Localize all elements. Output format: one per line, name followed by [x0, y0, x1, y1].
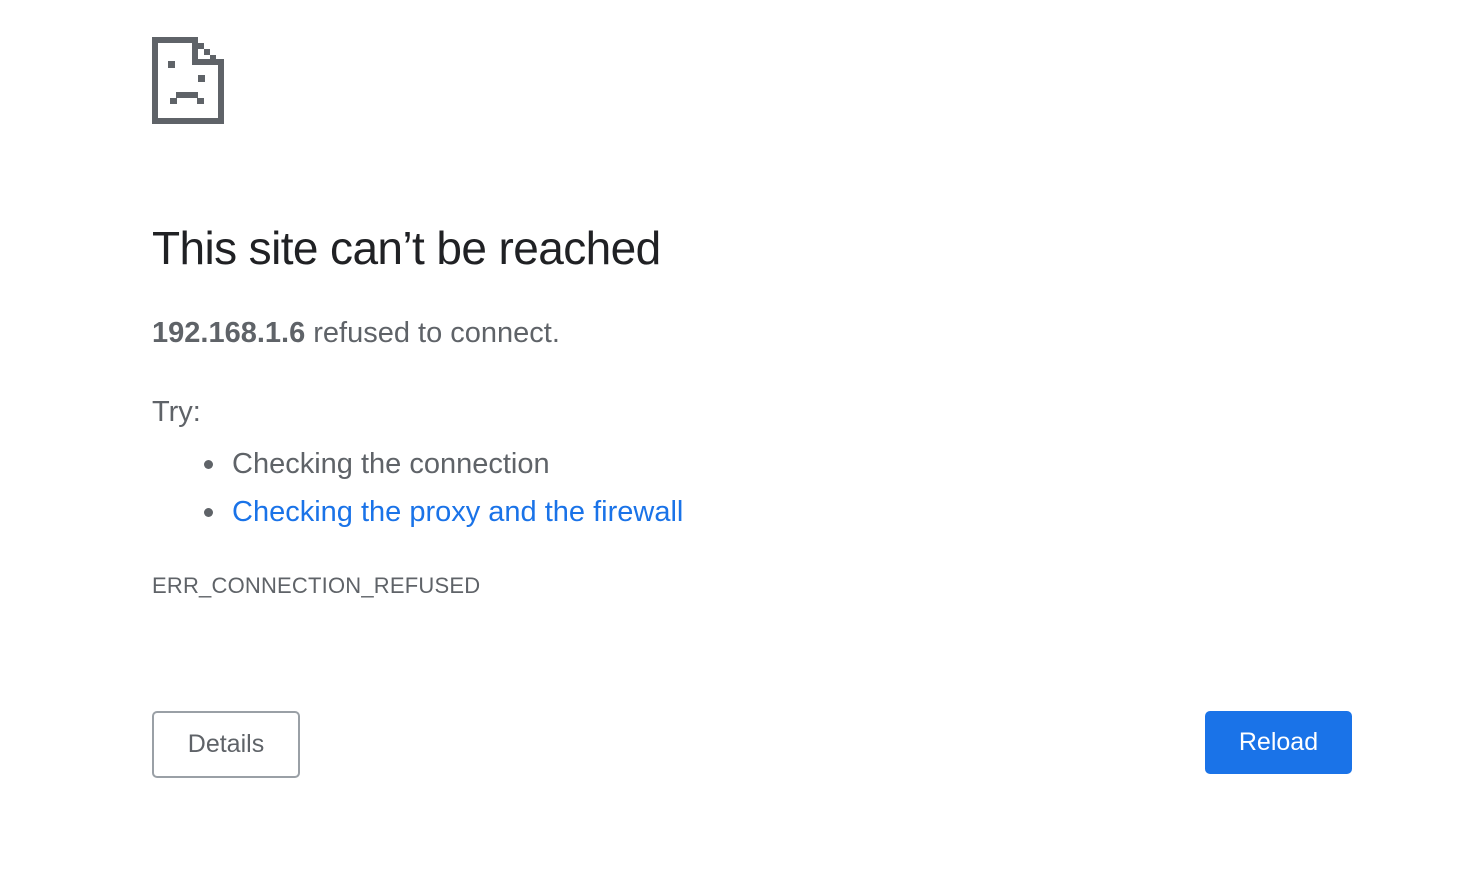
bullet-dot	[204, 508, 213, 517]
bullet-dot	[204, 460, 213, 469]
suggestion-check-connection: Checking the connection	[204, 440, 683, 488]
page-title: This site can’t be reached	[152, 222, 661, 274]
error-code: ERR_CONNECTION_REFUSED	[152, 573, 481, 598]
summary-text: refused to connect.	[305, 317, 560, 349]
suggestion-check-proxy-firewall: Checking the proxy and the firewall	[204, 488, 683, 536]
suggestion-text: Checking the connection	[232, 448, 550, 480]
details-button[interactable]: Details	[152, 711, 300, 778]
suggestions-list: Checking the connection Checking the pro…	[184, 440, 683, 536]
sad-page-icon	[152, 37, 224, 124]
host-address: 192.168.1.6	[152, 317, 306, 349]
reload-button[interactable]: Reload	[1205, 711, 1352, 774]
proxy-firewall-link[interactable]: Checking the proxy and the firewall	[232, 496, 683, 528]
try-label: Try:	[152, 396, 201, 428]
error-summary: 192.168.1.6 refused to connect.	[152, 313, 560, 353]
